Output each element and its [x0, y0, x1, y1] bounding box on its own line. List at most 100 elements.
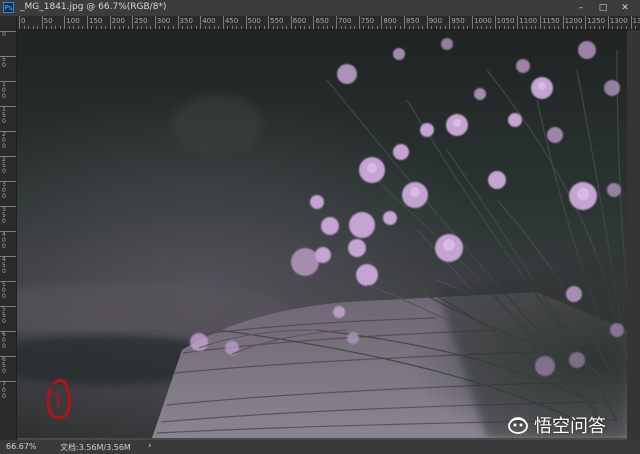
ruler-minor-tick [481, 26, 483, 29]
ruler-minor-tick [372, 26, 374, 29]
ruler-minor-tick [159, 26, 161, 29]
ruler-minor-tick [349, 26, 351, 29]
ruler-label: 800 [383, 17, 397, 25]
ruler-label: 600 [292, 17, 307, 25]
ruler-label: 400 [2, 231, 6, 250]
ruler-minor-tick [512, 26, 514, 29]
ruler-label: 50 [2, 56, 6, 69]
ruler-label: 150 [2, 106, 6, 125]
ruler-minor-tick [250, 26, 252, 29]
ruler-minor-tick [431, 26, 433, 29]
ruler-minor-tick [499, 26, 501, 29]
ruler-label: 500 [2, 281, 6, 300]
ruler-minor-tick [399, 26, 401, 29]
ruler-minor-tick [173, 26, 175, 29]
ruler-minor-tick [204, 26, 206, 29]
ruler-minor-tick [485, 26, 487, 29]
ruler-minor-tick [281, 26, 283, 29]
ruler-label: 250 [2, 156, 6, 175]
ruler-minor-tick [317, 26, 319, 29]
ruler-label: 300 [156, 17, 171, 25]
ruler-minor-tick [635, 26, 637, 29]
ruler-minor-tick [123, 26, 125, 29]
ruler-tick [86, 16, 88, 29]
ruler-minor-tick [118, 26, 120, 29]
ruler-minor-tick [82, 26, 84, 29]
maximize-button[interactable]: □ [593, 1, 613, 15]
watermark-text: 悟空问答 [534, 416, 606, 437]
close-icon: ✕ [621, 3, 629, 13]
ruler-minor-tick [299, 26, 301, 29]
ruler-minor-tick [453, 26, 455, 29]
ruler-minor-tick [444, 26, 446, 29]
document-size-info: 文档:3.56M/3.56M [60, 443, 131, 452]
ruler-tick [154, 16, 156, 29]
ruler-origin[interactable] [0, 16, 16, 29]
ruler-minor-tick [462, 26, 464, 29]
vertical-ruler[interactable]: 0 50 100 150 200 250 300 350 400 450 500 550 600 650 7… [0, 16, 17, 442]
ruler-minor-tick [440, 26, 442, 29]
ruler-label: 1100 [519, 17, 538, 25]
ruler-label: 200 [2, 131, 6, 150]
status-menu-arrow[interactable]: › [148, 441, 152, 451]
ruler-minor-tick [417, 26, 419, 29]
ruler-minor-tick [218, 26, 220, 29]
ruler-minor-tick [91, 26, 93, 29]
ruler-label: 1000 [474, 17, 492, 25]
ruler-minor-tick [458, 26, 460, 29]
ruler-minor-tick [408, 26, 410, 29]
ruler-minor-tick [227, 26, 229, 29]
horizontal-ruler[interactable]: 0 50 100 150 200 250 300 350 400 450 500 550 600 650 7… [16, 16, 640, 30]
ruler-tick [132, 16, 134, 29]
ruler-label: 750 [360, 17, 375, 25]
ruler-minor-tick [385, 26, 387, 29]
photo-image [17, 30, 627, 438]
ruler-minor-tick [331, 26, 333, 29]
ruler-minor-tick [308, 26, 310, 29]
ruler-label: 50 [43, 17, 53, 25]
ruler-minor-tick [616, 26, 618, 29]
ruler-label: 700 [2, 381, 6, 400]
ruler-minor-tick [367, 26, 369, 29]
minimize-button[interactable]: – [571, 1, 591, 15]
ruler-minor-tick [96, 26, 97, 29]
document-canvas[interactable] [17, 30, 627, 438]
ruler-minor-tick [589, 26, 591, 29]
vertical-scrollbar[interactable] [627, 30, 640, 442]
ruler-label: 1150 [541, 17, 560, 25]
ruler-minor-tick [476, 26, 478, 29]
ruler-label: 950 [451, 17, 465, 25]
ruler-minor-tick [32, 26, 34, 29]
status-bar: 66.67% 文档:3.56M/3.56M › [0, 440, 640, 454]
ruler-minor-tick [277, 26, 279, 29]
ruler-minor-tick [182, 26, 184, 29]
ruler-tick [607, 16, 609, 29]
ruler-label: 100 [2, 81, 6, 100]
close-button[interactable]: ✕ [615, 1, 635, 15]
ruler-tick [177, 16, 179, 29]
ruler-tick [290, 16, 292, 29]
document-title-bar[interactable]: Ps _MG_1841.jpg @ 66.7%(RGB/8*) – □ ✕ [0, 0, 640, 16]
ruler-tick [517, 16, 519, 29]
ruler-minor-tick [263, 26, 265, 29]
ruler-tick [358, 16, 360, 29]
ruler-minor-tick [621, 26, 623, 29]
photoshop-icon: Ps [3, 2, 14, 13]
ruler-label: 1200 [564, 17, 583, 25]
ruler-minor-tick [413, 26, 415, 29]
ruler-label: 0 [21, 17, 26, 25]
zoom-level[interactable]: 66.67% [6, 442, 37, 451]
document-title: _MG_1841.jpg @ 66.7%(RGB/8*) [20, 2, 167, 12]
ruler-tick [64, 16, 66, 29]
ruler-minor-tick [295, 26, 297, 29]
ruler-minor-tick [530, 26, 532, 29]
ruler-minor-tick [594, 26, 596, 29]
ruler-label: 250 [134, 17, 148, 25]
ruler-minor-tick [272, 26, 274, 29]
ruler-minor-tick [150, 26, 152, 29]
wukong-logo-icon [508, 417, 528, 434]
ruler-minor-tick [191, 26, 193, 29]
ruler-label: 700 [338, 17, 352, 25]
ruler-minor-tick [136, 26, 138, 29]
ruler-label: 900 [428, 17, 443, 25]
